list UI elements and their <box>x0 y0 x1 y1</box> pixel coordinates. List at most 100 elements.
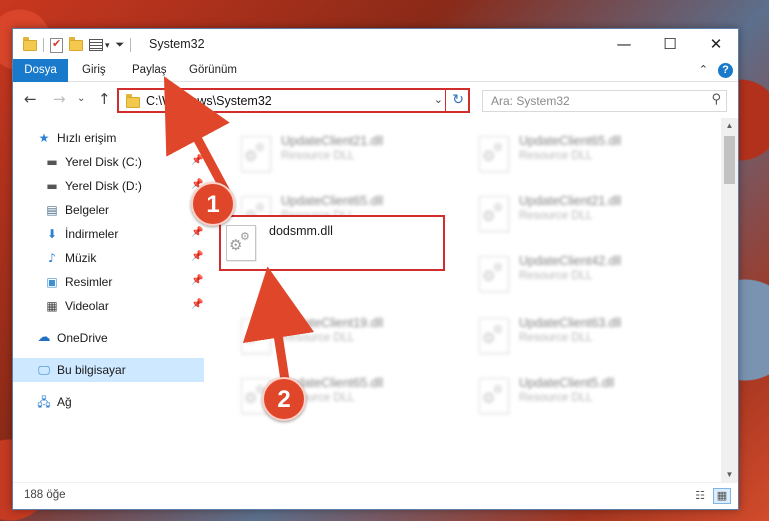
scroll-up-icon[interactable]: ▲ <box>721 118 738 134</box>
file-item[interactable]: UpdateClient19.dll Resource DLL <box>235 308 465 364</box>
sidebar-item-music[interactable]: ♪ Müzik 📌 <box>13 246 204 270</box>
search-box[interactable]: Ara: System32 ⚲ <box>482 90 727 112</box>
maximize-button[interactable]: ☐ <box>647 29 693 59</box>
title-bar: ▾ ⏷ System32 — ☐ ✕ <box>13 29 738 59</box>
file-type: Resource DLL <box>519 392 593 404</box>
sidebar-item-label: Belgeler <box>65 203 110 217</box>
recent-locations-chevron-icon[interactable]: ⌄ <box>77 93 85 104</box>
file-item[interactable]: UpdateClient21.dll Resource DLL <box>473 186 703 242</box>
folder-icon <box>126 94 140 108</box>
file-name: dodsmm.dll <box>269 224 333 238</box>
back-arrow-icon[interactable]: ← <box>24 90 37 108</box>
navigation-pane: ★ Hızlı erişim ▬ Yerel Disk (C:) 📌 ▬ Yer… <box>13 118 204 483</box>
step-badge-2: 2 <box>262 377 306 421</box>
close-button[interactable]: ✕ <box>693 29 739 59</box>
tab-gorunum[interactable]: Görünüm <box>189 59 237 82</box>
dll-file-icon <box>479 136 509 172</box>
document-icon: ▤ <box>46 203 58 217</box>
file-name: UpdateClient42.dll <box>519 254 622 268</box>
address-row: ← → ⌄ ↑ C:\Windows\System32 ⌄ ↻ Ara: Sys… <box>13 82 738 118</box>
tab-giris[interactable]: Giriş <box>82 59 106 82</box>
network-icon: 🖧 <box>37 395 51 409</box>
chevron-up-icon[interactable]: ⌃ <box>699 63 708 76</box>
sidebar-item-documents[interactable]: ▤ Belgeler 📌 <box>13 198 204 222</box>
computer-icon: 🖵 <box>38 363 50 377</box>
chevron-down-icon[interactable]: ▾ <box>105 40 110 51</box>
address-dropdown-icon[interactable]: ⌄ <box>434 93 443 106</box>
cloud-icon: ☁ <box>37 330 51 345</box>
sidebar-item-label: Ağ <box>57 395 72 409</box>
pin-icon[interactable]: 📌 <box>191 155 203 166</box>
file-name: UpdateClient21.dll <box>281 134 384 148</box>
forward-arrow-icon[interactable]: → <box>53 90 66 108</box>
item-count: 188 öğe <box>24 489 66 501</box>
drive-icon: ▬ <box>46 155 58 169</box>
highlighted-file-item[interactable]: dodsmm.dll <box>219 215 445 271</box>
vertical-scrollbar[interactable]: ▲ ▼ <box>721 118 738 483</box>
dll-file-icon <box>479 378 509 414</box>
file-item[interactable]: UpdateClient5.dll Resource DLL <box>473 368 703 424</box>
refresh-icon[interactable]: ↻ <box>452 92 464 108</box>
sidebar-item-pictures[interactable]: ▣ Resimler 📌 <box>13 270 204 294</box>
dll-file-icon <box>241 136 271 172</box>
sidebar-item-label: İndirmeler <box>65 227 119 241</box>
scroll-thumb[interactable] <box>724 136 735 184</box>
file-item[interactable]: UpdateClient21.dll Resource DLL <box>235 126 465 182</box>
star-icon: ★ <box>38 131 50 145</box>
sidebar-item-downloads[interactable]: ⬇ İndirmeler 📌 <box>13 222 204 246</box>
dll-file-icon <box>479 318 509 354</box>
file-name: UpdateClient19.dll <box>281 316 384 330</box>
dll-file-icon <box>226 225 256 261</box>
file-list: UpdateClient21.dll Resource DLL UpdateCl… <box>205 118 722 483</box>
pin-icon[interactable]: 📌 <box>191 227 203 238</box>
customize-toolbar-icon[interactable]: ⏷ <box>116 39 125 52</box>
sidebar-item-local-disk-c[interactable]: ▬ Yerel Disk (C:) 📌 <box>13 150 204 174</box>
search-icon[interactable]: ⚲ <box>711 92 721 107</box>
address-path[interactable]: C:\Windows\System32 <box>146 94 272 108</box>
pin-icon[interactable]: 📌 <box>191 251 203 262</box>
file-item[interactable]: UpdateClient42.dll Resource DLL <box>473 246 703 302</box>
sidebar-item-label: Resimler <box>65 275 113 289</box>
file-type: Resource DLL <box>519 270 593 282</box>
pin-icon[interactable]: 📌 <box>191 275 203 286</box>
tab-paylas[interactable]: Paylaş <box>132 59 167 82</box>
file-item[interactable]: UpdateClient65.dll Resource DLL <box>473 126 703 182</box>
file-name: UpdateClient21.dll <box>519 194 622 208</box>
large-icons-view-icon[interactable]: ▦ <box>713 488 731 504</box>
search-placeholder[interactable]: Ara: System32 <box>491 94 570 108</box>
sidebar-item-videos[interactable]: ▦ Videolar 📌 <box>13 294 204 318</box>
dll-file-icon <box>479 256 509 292</box>
sidebar-item-this-pc[interactable]: 🖵 Bu bilgisayar <box>13 358 204 382</box>
sidebar-item-label: Bu bilgisayar <box>57 363 126 377</box>
sidebar-item-local-disk-d[interactable]: ▬ Yerel Disk (D:) 📌 <box>13 174 204 198</box>
sidebar-item-label: Müzik <box>65 251 97 265</box>
sidebar-item-onedrive[interactable]: ☁ OneDrive <box>13 326 204 350</box>
minimize-button[interactable]: — <box>601 29 647 59</box>
pin-icon[interactable]: 📌 <box>191 299 203 310</box>
sidebar-item-network[interactable]: 🖧 Ağ <box>13 390 204 414</box>
file-type: Resource DLL <box>281 150 355 162</box>
file-type: Resource DLL <box>281 332 355 344</box>
sidebar-item-label: Videolar <box>65 299 109 313</box>
sidebar-item-quick-access[interactable]: ★ Hızlı erişim <box>13 126 204 150</box>
file-type: Resource DLL <box>519 150 593 162</box>
address-bar[interactable]: C:\Windows\System32 ⌄ ↻ <box>117 88 470 113</box>
up-arrow-icon[interactable]: ↑ <box>98 90 111 108</box>
sidebar-item-label: Yerel Disk (D:) <box>65 179 142 193</box>
file-type: Resource DLL <box>519 210 593 222</box>
details-view-icon[interactable]: ☷ <box>691 488 709 504</box>
scroll-down-icon[interactable]: ▼ <box>721 467 738 483</box>
drive-icon: ▬ <box>46 179 58 193</box>
properties-icon[interactable] <box>50 37 63 53</box>
new-folder-icon[interactable] <box>69 36 83 51</box>
music-icon: ♪ <box>48 251 56 265</box>
film-icon: ▦ <box>46 299 58 313</box>
address-divider <box>445 90 446 111</box>
folder-icon <box>23 36 37 51</box>
window-title: System32 <box>149 37 205 51</box>
view-icon[interactable] <box>89 39 103 51</box>
tab-dosya[interactable]: Dosya <box>13 59 68 82</box>
help-icon[interactable]: ? <box>718 63 733 78</box>
ribbon-tabs: Dosya Giriş Paylaş Görünüm ⌃ ? <box>13 59 738 82</box>
file-item[interactable]: UpdateClient63.dll Resource DLL <box>473 308 703 364</box>
